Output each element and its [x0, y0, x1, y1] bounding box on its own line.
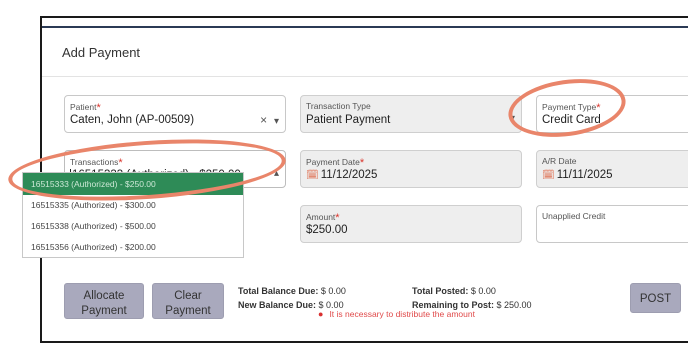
patient-controls: × ▾	[260, 113, 279, 127]
allocate-payment-button[interactable]: Allocate Payment	[64, 283, 144, 319]
distribution-warning: ● It is necessary to distribute the amoun…	[318, 309, 475, 319]
clear-payment-button[interactable]: Clear Payment	[152, 283, 224, 319]
patient-label: Patient*	[70, 102, 101, 114]
calendar-icon[interactable]: 🗓	[306, 170, 319, 181]
calendar-icon[interactable]: 🗓	[542, 170, 555, 181]
amount-label: Amount*	[306, 212, 340, 224]
chevron-down-icon[interactable]: ▾	[510, 113, 515, 124]
ar-date-value: 🗓 11/11/2025	[542, 169, 613, 181]
header-divider	[42, 76, 688, 77]
unapplied-credit-field[interactable]: Unapplied Credit	[536, 205, 688, 243]
ar-date-label: A/R Date	[542, 156, 577, 166]
amount-value: $250.00	[306, 224, 348, 236]
dropdown-option[interactable]: 16515338 (Authorized) - $500.00	[23, 216, 243, 237]
transaction-type-select[interactable]: Transaction Type Patient Payment ▾	[300, 95, 522, 133]
payment-type-value: Credit Card	[542, 114, 601, 126]
total-balance-due: Total Balance Due: $ 0.00	[238, 286, 346, 296]
payment-date-field[interactable]: Payment Date* 🗓 11/12/2025	[300, 150, 522, 188]
clear-icon[interactable]: ×	[260, 113, 267, 127]
dropdown-option[interactable]: 16515335 (Authorized) - $300.00	[23, 195, 243, 216]
patient-select[interactable]: Patient* Caten, John (AP-00509) × ▾	[64, 95, 286, 133]
payment-type-select[interactable]: Payment Type* Credit Card	[536, 95, 688, 133]
dialog-title: Add Payment	[62, 45, 141, 60]
total-posted: Total Posted: $ 0.00	[412, 286, 496, 296]
post-button[interactable]: POST	[630, 283, 681, 313]
bullet-icon: ●	[318, 309, 324, 319]
payment-date-label: Payment Date*	[306, 157, 365, 169]
payment-type-label: Payment Type*	[542, 102, 601, 114]
amount-field[interactable]: Amount* $250.00	[300, 205, 522, 243]
dialog-top-bar	[42, 26, 688, 28]
dropdown-option-selected[interactable]: 16515333 (Authorized) - $250.00	[23, 173, 243, 195]
transactions-label: Transactions*	[70, 157, 123, 169]
unapplied-credit-label: Unapplied Credit	[542, 211, 606, 221]
ar-date-field[interactable]: A/R Date 🗓 11/11/2025	[536, 150, 688, 188]
chevron-up-icon[interactable]: ▴	[274, 168, 279, 179]
transaction-type-label: Transaction Type	[306, 101, 371, 111]
patient-value: Caten, John (AP-00509)	[70, 114, 195, 126]
transaction-type-value: Patient Payment	[306, 114, 391, 126]
chevron-down-icon[interactable]: ▾	[274, 116, 279, 127]
payment-date-value: 🗓 11/12/2025	[306, 169, 378, 181]
dropdown-option[interactable]: 16515356 (Authorized) - $200.00	[23, 237, 243, 257]
transactions-dropdown-list: 16515333 (Authorized) - $250.00 16515335…	[22, 172, 244, 258]
